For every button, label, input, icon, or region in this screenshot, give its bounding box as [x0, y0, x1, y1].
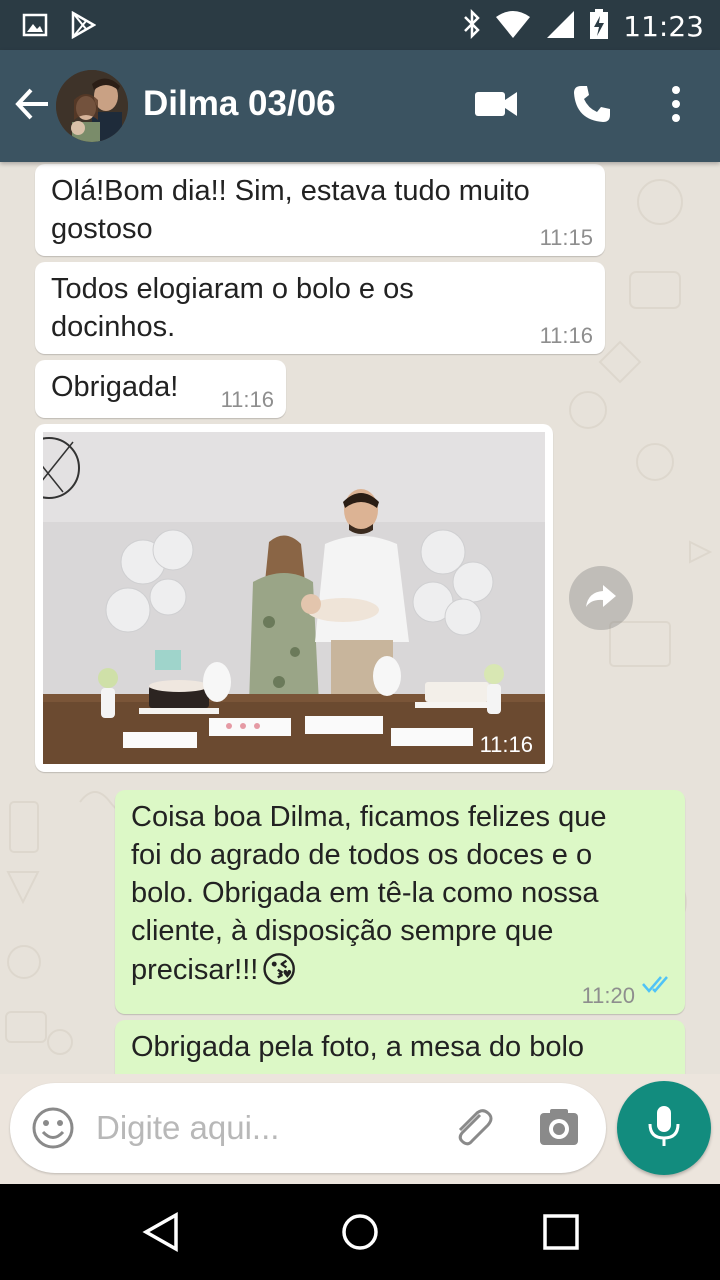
message-text: Todos elogiaram o bolo e os [51, 273, 414, 305]
kiss-emoji: 😘 [260, 949, 298, 990]
image-message[interactable]: 11:16 [35, 424, 553, 772]
message-bubble[interactable]: Obrigada pela foto, a mesa do bolo [115, 1020, 685, 1074]
message-bubble[interactable]: Todos elogiaram o bolo e os docinhos. 11… [35, 262, 605, 354]
play-store-icon [70, 10, 97, 44]
message-time: 11:15 [539, 225, 593, 250]
message-text: Coisa boa Dilma, ficamos felizes que [131, 801, 607, 833]
message-input[interactable]: Digite aqui... [96, 1109, 279, 1147]
chat-header: Dilma 03/06 [0, 50, 720, 162]
mic-icon [647, 1104, 681, 1153]
phone-icon[interactable] [572, 84, 612, 129]
message-time: 11:16 [220, 387, 274, 412]
message-text: precisar!!! [131, 954, 259, 986]
nav-recents-icon[interactable] [542, 1212, 580, 1257]
message-text: bolo. Obrigada em tê-la como nossa [131, 877, 599, 909]
attach-icon[interactable] [450, 1107, 494, 1154]
message-text: Olá!Bom dia!! Sim, estava tudo muito [51, 175, 530, 207]
share-icon [585, 583, 617, 614]
mic-button[interactable] [617, 1081, 711, 1175]
message-bubble[interactable]: Coisa boa Dilma, ficamos felizes que foi… [115, 790, 685, 1014]
status-bar: 11:23 [0, 0, 720, 50]
status-time: 11:23 [623, 10, 704, 43]
party-photo[interactable] [43, 432, 545, 764]
navigation-bar [0, 1184, 720, 1280]
message-time: 11:20 [581, 983, 635, 1008]
message-text: docinhos. [51, 311, 176, 343]
more-vert-icon[interactable] [668, 84, 684, 129]
image-icon [22, 12, 48, 43]
message-bubble[interactable]: Olá!Bom dia!! Sim, estava tudo muito gos… [35, 164, 605, 256]
battery-charging-icon [589, 8, 609, 45]
message-time: 11:16 [479, 732, 533, 757]
read-ticks-icon [641, 966, 673, 1004]
message-text: gostoso [51, 213, 153, 245]
message-text: foi do agrado de todos os doces e o [131, 839, 593, 871]
back-arrow-icon[interactable] [14, 86, 50, 127]
forward-button[interactable] [569, 566, 633, 630]
camera-icon[interactable] [538, 1107, 580, 1154]
contact-avatar[interactable] [56, 70, 128, 142]
wifi-icon [495, 9, 531, 44]
nav-home-icon[interactable] [341, 1212, 379, 1257]
message-bubble[interactable]: Obrigada! 11:16 [35, 360, 286, 418]
bluetooth-icon [463, 8, 481, 44]
video-call-icon[interactable] [474, 84, 518, 129]
nav-back-icon[interactable] [142, 1211, 180, 1257]
contact-name[interactable]: Dilma 03/06 [143, 84, 336, 124]
message-time: 11:16 [539, 323, 593, 348]
message-text: Obrigada pela foto, a mesa do bolo [131, 1031, 585, 1063]
message-composer[interactable]: Digite aqui... [10, 1083, 606, 1173]
emoji-icon[interactable] [32, 1107, 74, 1154]
signal-icon [545, 9, 575, 44]
message-list[interactable]: Olá!Bom dia!! Sim, estava tudo muito gos… [0, 162, 720, 1074]
message-text: cliente, à disposição sempre que [131, 915, 554, 947]
